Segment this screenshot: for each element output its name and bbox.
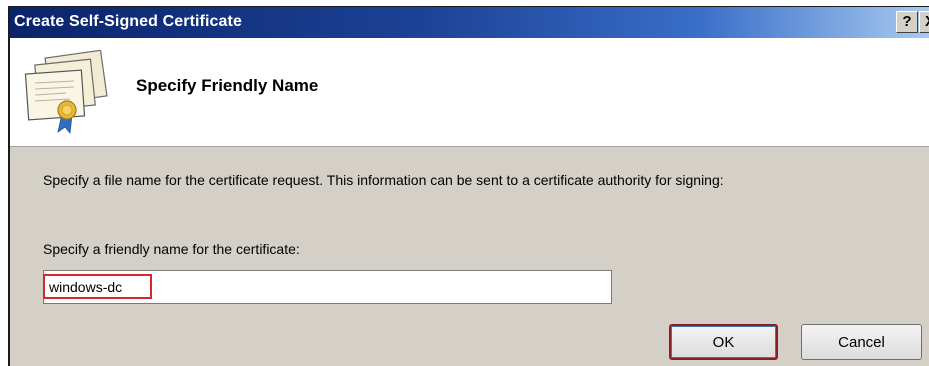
certificate-icon bbox=[24, 50, 108, 134]
create-certificate-dialog: Create Self-Signed Certificate ? X Speci… bbox=[8, 6, 929, 366]
page-title: Specify Friendly Name bbox=[136, 76, 319, 95]
friendly-name-input[interactable] bbox=[43, 270, 612, 304]
title-bar[interactable]: Create Self-Signed Certificate ? X bbox=[10, 7, 929, 38]
description-text: Specify a file name for the certificate … bbox=[43, 172, 724, 188]
help-button[interactable]: ? bbox=[896, 11, 918, 33]
close-button[interactable]: X bbox=[919, 11, 929, 33]
wizard-header: Specify Friendly Name bbox=[10, 38, 929, 147]
ok-button[interactable]: OK bbox=[669, 324, 778, 360]
window-title: Create Self-Signed Certificate bbox=[14, 13, 242, 30]
friendly-name-label: Specify a friendly name for the certific… bbox=[43, 241, 300, 257]
cancel-button[interactable]: Cancel bbox=[801, 324, 922, 360]
